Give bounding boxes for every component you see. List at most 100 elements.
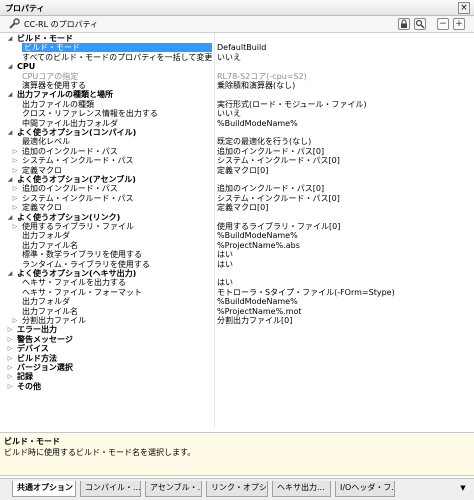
property-category-row[interactable]: ◢ ビルド・モード — [0, 34, 474, 43]
property-row[interactable]: ▷ 追加のインクルード・パス 追加のインクルード・パス[0] — [0, 147, 474, 156]
property-row[interactable]: CPUコアの指定 RL78-S2コア(-cpu=S2) — [0, 72, 474, 81]
property-row[interactable]: ▷ 追加のインクルード・パス 追加のインクルード・パス[0] — [0, 184, 474, 193]
property-row[interactable]: 出力フォルダ %BuildModeName% — [0, 297, 474, 306]
property-name: よく使うオプション(リンク) — [17, 212, 121, 222]
tab-1[interactable]: コンパイル・... — [80, 481, 141, 497]
property-category-row[interactable]: ◢ よく使うオプション(コンパイル) — [0, 128, 474, 137]
property-row[interactable]: 中間ファイル出力フォルダ %BuildModeName% — [0, 119, 474, 128]
property-value[interactable]: %BuildModeName% — [217, 297, 467, 306]
collapsed-arrow-icon[interactable]: ▷ — [11, 184, 19, 193]
property-row[interactable]: ▷ システム・インクルード・パス システム・インクルード・パス[0] — [0, 194, 474, 203]
search-icon[interactable] — [414, 18, 426, 30]
property-row[interactable]: ▷ 定義マクロ 定義マクロ[0] — [0, 166, 474, 175]
property-value[interactable]: モトローラ・Sタイプ・ファイル(-FOrm=Stype) — [217, 288, 467, 297]
property-row[interactable]: ▷ システム・インクルード・パス システム・インクルード・パス[0] — [0, 156, 474, 165]
tab-0[interactable]: 共通オプション — [12, 481, 76, 497]
expanded-arrow-icon[interactable]: ◢ — [6, 175, 14, 184]
property-value[interactable]: 使用するライブラリ・ファイル[0] — [217, 222, 467, 231]
property-value[interactable]: いいえ — [217, 53, 467, 62]
expanded-arrow-icon[interactable]: ◢ — [6, 62, 14, 71]
property-row[interactable]: クロス・リファレンス情報を出力する いいえ — [0, 109, 474, 118]
property-value[interactable]: 乗除積和演算器(なし) — [217, 81, 467, 90]
property-category-row[interactable]: ▷ エラー出力 — [0, 325, 474, 334]
property-value[interactable]: システム・インクルード・パス[0] — [217, 156, 467, 165]
property-category-row[interactable]: ▷ その他 — [0, 382, 474, 391]
property-value[interactable]: 定義マクロ[0] — [217, 203, 467, 212]
property-category-row[interactable]: ▷ バージョン選択 — [0, 363, 474, 372]
collapsed-arrow-icon[interactable]: ▷ — [6, 382, 14, 391]
property-row[interactable]: ビルド・モード DefaultBuild — [0, 43, 474, 53]
collapsed-arrow-icon[interactable]: ▷ — [11, 222, 19, 231]
expand-all-button[interactable]: + — [453, 18, 465, 30]
property-value[interactable]: 定義マクロ[0] — [217, 166, 467, 175]
tab-list-dropdown-icon[interactable]: ▼ — [458, 484, 468, 494]
property-category-row[interactable]: ▷ 記録 — [0, 372, 474, 381]
collapsed-arrow-icon[interactable]: ▷ — [6, 335, 14, 344]
property-value[interactable]: %BuildModeName% — [217, 119, 467, 128]
property-value[interactable]: %BuildModeName% — [217, 231, 467, 240]
collapse-all-button[interactable]: − — [437, 18, 449, 30]
collapsed-arrow-icon[interactable]: ▷ — [6, 372, 14, 381]
property-value[interactable]: 既定の最適化を行う(なし) — [217, 137, 467, 146]
property-row[interactable]: 出力ファイル名 %ProjectName%.mot — [0, 307, 474, 316]
property-row[interactable]: ▷ 使用するライブラリ・ファイル 使用するライブラリ・ファイル[0] — [0, 222, 474, 231]
property-category-row[interactable]: ◢ CPU — [0, 62, 474, 71]
expanded-arrow-icon[interactable]: ◢ — [6, 90, 14, 99]
property-row[interactable]: 演算器を使用する 乗除積和演算器(なし) — [0, 81, 474, 90]
property-row[interactable]: 最適化レベル 既定の最適化を行う(なし) — [0, 137, 474, 146]
property-row[interactable]: 標準・数学ライブラリを使用する はい — [0, 250, 474, 259]
close-icon[interactable]: × — [458, 2, 470, 14]
property-value[interactable]: RL78-S2コア(-cpu=S2) — [217, 72, 467, 81]
collapsed-arrow-icon[interactable]: ▷ — [11, 166, 19, 175]
property-row[interactable]: ヘキサ・ファイルを出力する はい — [0, 278, 474, 287]
property-category-row[interactable]: ◢ よく使うオプション(アセンブル) — [0, 175, 474, 184]
tab-5[interactable]: I/Oヘッダ・フ... — [335, 481, 395, 497]
property-name: CPUコアの指定 — [22, 71, 79, 81]
collapsed-arrow-icon[interactable]: ▷ — [11, 203, 19, 212]
column-splitter[interactable] — [214, 33, 215, 429]
expanded-arrow-icon[interactable]: ◢ — [6, 128, 14, 137]
collapsed-arrow-icon[interactable]: ▷ — [11, 156, 19, 165]
expanded-arrow-icon[interactable]: ◢ — [6, 269, 14, 278]
property-value[interactable]: %ProjectName%.abs — [217, 241, 467, 250]
tab-4[interactable]: ヘキサ出力... — [272, 481, 331, 497]
property-category-row[interactable]: ◢ よく使うオプション(ヘキサ出力) — [0, 269, 474, 278]
collapsed-arrow-icon[interactable]: ▷ — [6, 363, 14, 372]
property-name: 出力フォルダ — [22, 297, 70, 307]
property-category-row[interactable]: ▷ 警告メッセージ — [0, 335, 474, 344]
tab-3[interactable]: リンク・オプシ... — [206, 481, 268, 497]
collapsed-arrow-icon[interactable]: ▷ — [6, 344, 14, 353]
collapsed-arrow-icon[interactable]: ▷ — [11, 316, 19, 325]
property-category-row[interactable]: ▷ ビルド方法 — [0, 354, 474, 363]
property-value[interactable]: 追加のインクルード・パス[0] — [217, 184, 467, 193]
property-row[interactable]: ▷ 分割出力ファイル 分割出力ファイル[0] — [0, 316, 474, 325]
property-row[interactable]: 出力ファイル名 %ProjectName%.abs — [0, 241, 474, 250]
property-category-row[interactable]: ▷ デバイス — [0, 344, 474, 353]
property-row[interactable]: ランタイム・ライブラリを使用する はい — [0, 260, 474, 269]
property-row[interactable]: すべてのビルド・モードのプロパティを一括して変更する いいえ — [0, 53, 474, 62]
property-value[interactable]: 実行形式(ロード・モジュール・ファイル) — [217, 100, 467, 109]
property-value[interactable]: 追加のインクルード・パス[0] — [217, 147, 467, 156]
lock-icon[interactable] — [398, 18, 410, 30]
property-category-row[interactable]: ◢ よく使うオプション(リンク) — [0, 213, 474, 222]
property-row[interactable]: 出力ファイルの種類 実行形式(ロード・モジュール・ファイル) — [0, 100, 474, 109]
property-row[interactable]: ヘキサ・ファイル・フォーマット モトローラ・Sタイプ・ファイル(-FOrm=Sty… — [0, 288, 474, 297]
collapsed-arrow-icon[interactable]: ▷ — [11, 147, 19, 156]
expanded-arrow-icon[interactable]: ◢ — [6, 213, 14, 222]
property-value[interactable]: DefaultBuild — [217, 43, 467, 52]
property-value[interactable]: はい — [217, 250, 467, 259]
tab-2[interactable]: アセンブル・... — [145, 481, 202, 497]
property-value[interactable]: はい — [217, 260, 467, 269]
property-category-row[interactable]: ◢ 出力ファイルの種類と場所 — [0, 90, 474, 99]
collapsed-arrow-icon[interactable]: ▷ — [11, 194, 19, 203]
property-value[interactable]: システム・インクルード・パス[0] — [217, 194, 467, 203]
property-value[interactable]: 分割出力ファイル[0] — [217, 316, 467, 325]
collapsed-arrow-icon[interactable]: ▷ — [6, 354, 14, 363]
property-value[interactable]: いいえ — [217, 109, 467, 118]
expanded-arrow-icon[interactable]: ◢ — [6, 34, 14, 43]
property-value[interactable]: %ProjectName%.mot — [217, 307, 467, 316]
property-value[interactable]: はい — [217, 278, 467, 287]
property-row[interactable]: 出力フォルダ %BuildModeName% — [0, 231, 474, 240]
property-row[interactable]: ▷ 定義マクロ 定義マクロ[0] — [0, 203, 474, 212]
collapsed-arrow-icon[interactable]: ▷ — [6, 325, 14, 334]
